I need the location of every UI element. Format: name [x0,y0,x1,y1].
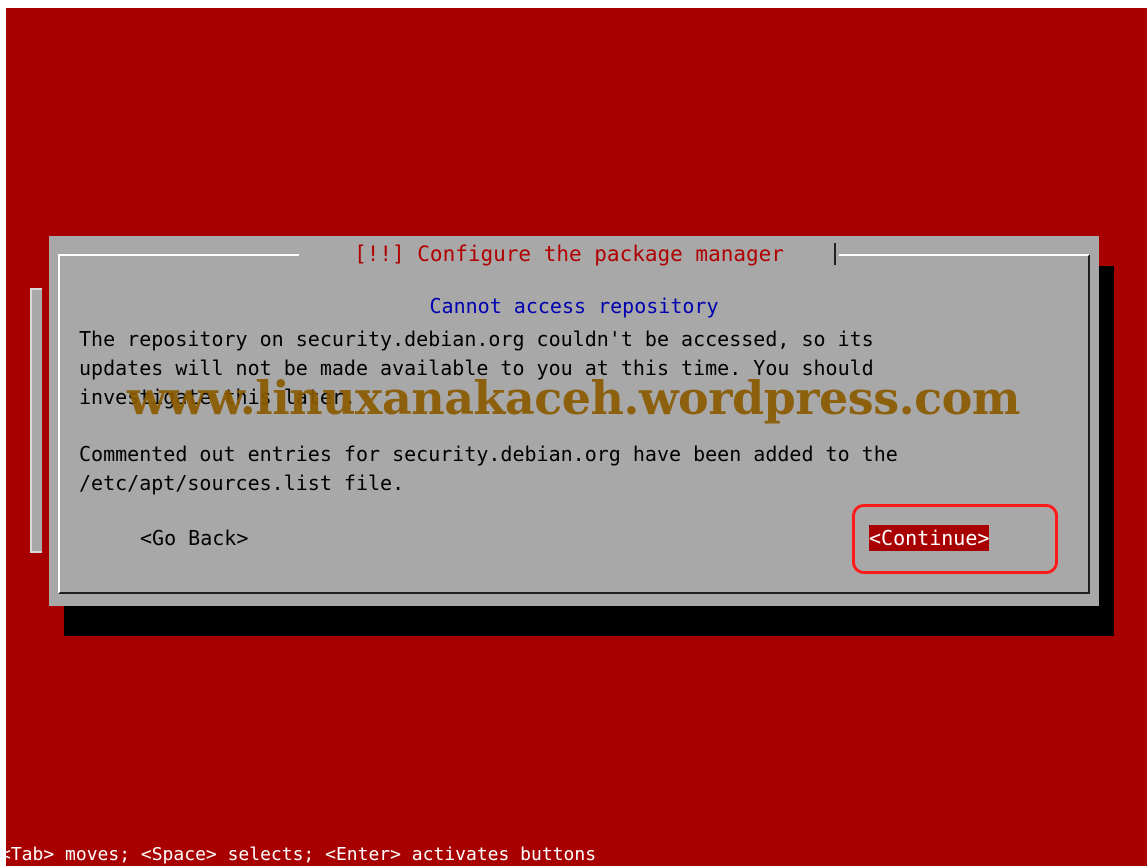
dialog-subtitle: Cannot access repository [429,294,719,318]
keyboard-help-line: <Tab> moves; <Space> selects; <Enter> ac… [0,844,597,865]
watermark: www.linuxanakaceh.wordpress.com [127,371,1020,425]
continue-highlight-circle [852,504,1058,574]
dialog-title: [!!] Configure the package manager [299,238,839,270]
title-frame-tee-right [834,243,836,265]
info-message: Commented out entries for security.debia… [79,442,898,495]
go-back-button[interactable]: <Go Back> [140,525,248,551]
